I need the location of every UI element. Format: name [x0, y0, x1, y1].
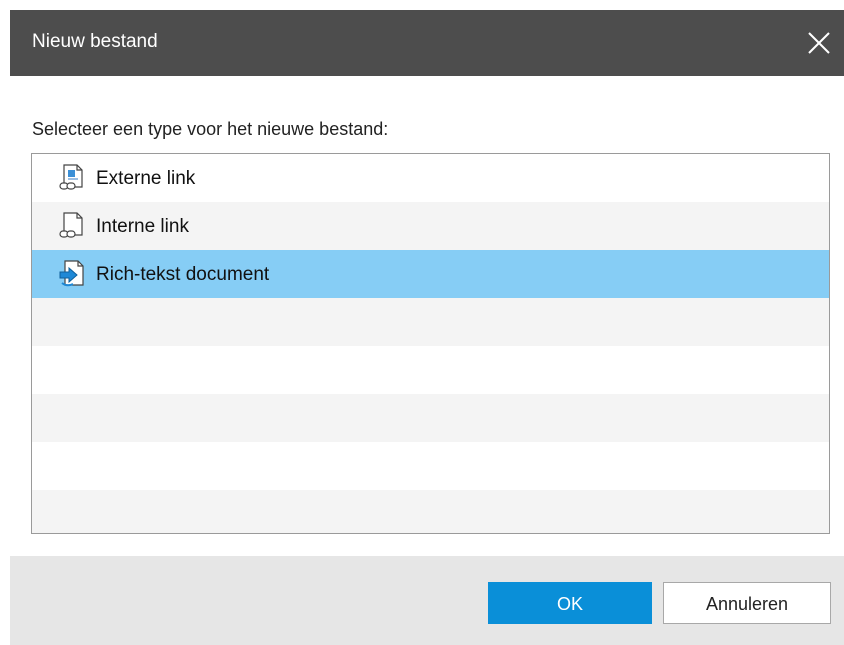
list-item-rich-text-document[interactable]: Rich-tekst document	[32, 250, 829, 298]
ok-button[interactable]: OK	[488, 582, 652, 624]
list-row-bg	[32, 298, 829, 346]
list-row-bg	[32, 346, 829, 394]
list-row-bg	[32, 490, 829, 533]
file-type-list[interactable]: Externe link Interne link Rich-tekst doc…	[31, 153, 830, 534]
list-item-label: Rich-tekst document	[96, 264, 270, 285]
dialog-title: Nieuw bestand	[32, 31, 158, 52]
close-button[interactable]	[802, 26, 836, 60]
internal-link-file-icon	[59, 212, 85, 240]
list-item-internal-link[interactable]: Interne link	[32, 202, 829, 250]
external-link-file-icon	[59, 164, 85, 192]
dialog-footer: OK Annuleren	[10, 556, 844, 645]
close-icon	[808, 32, 830, 54]
list-item-label: Interne link	[96, 216, 189, 237]
cancel-button[interactable]: Annuleren	[663, 582, 831, 624]
rich-text-document-icon	[59, 260, 85, 288]
list-row-bg	[32, 442, 829, 490]
list-item-label: Externe link	[96, 168, 196, 189]
dialog-titlebar: Nieuw bestand	[10, 10, 844, 76]
new-file-dialog: Nieuw bestand Selecteer een type voor he…	[10, 10, 844, 645]
list-row-bg	[32, 394, 829, 442]
list-item-external-link[interactable]: Externe link	[32, 154, 829, 202]
dialog-prompt: Selecteer een type voor het nieuwe besta…	[32, 119, 389, 139]
